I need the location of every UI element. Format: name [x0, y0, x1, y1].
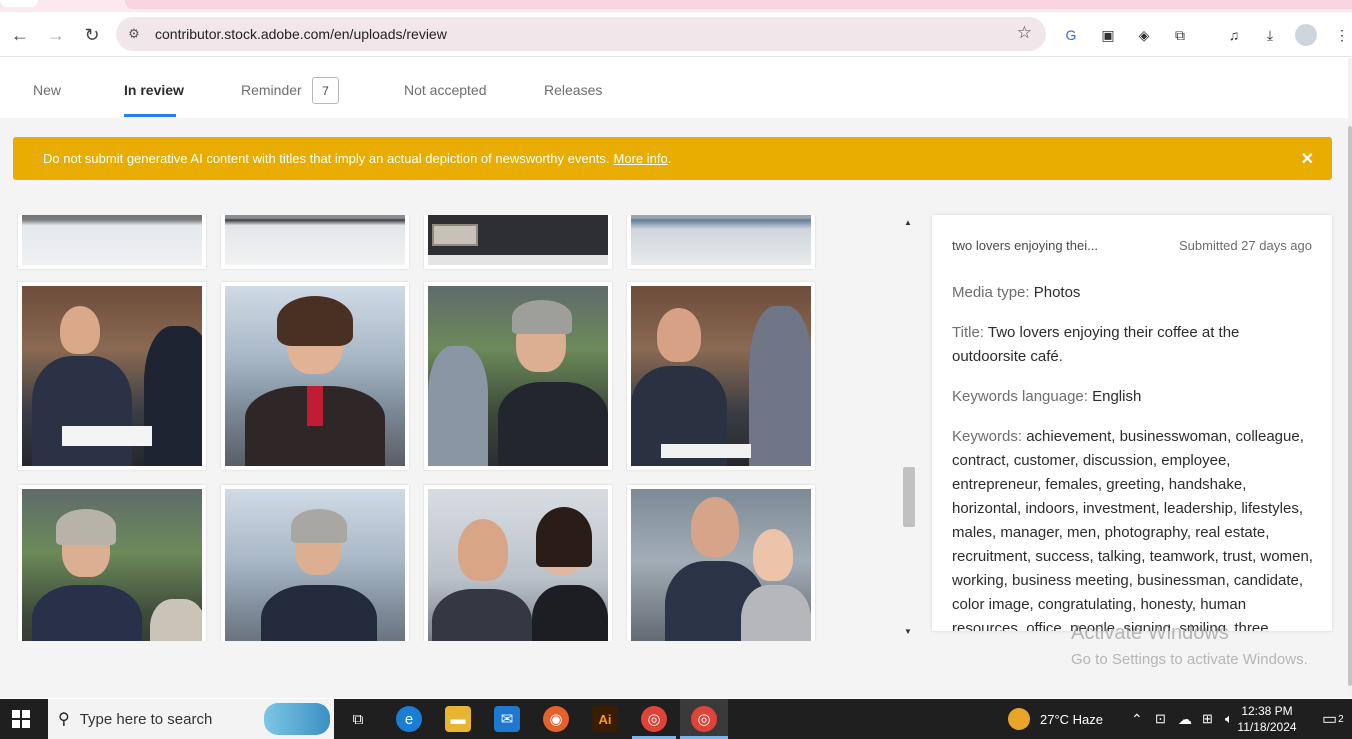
- upload-thumbnail[interactable]: [627, 215, 815, 269]
- bookmark-star-icon[interactable]: ☆: [1017, 23, 1032, 43]
- edge-browser-icon[interactable]: e: [396, 706, 422, 732]
- back-icon[interactable]: ←: [6, 21, 34, 49]
- search-placeholder: Type here to search: [79, 710, 213, 728]
- upload-thumbnail[interactable]: [221, 282, 409, 470]
- banner-text: Do not submit generative AI content with…: [43, 151, 610, 166]
- media-controls-icon[interactable]: ♫: [1223, 24, 1245, 46]
- site-info-icon[interactable]: ⚙: [125, 25, 143, 43]
- upload-thumbnail[interactable]: [424, 485, 612, 641]
- close-icon[interactable]: ✕: [1301, 149, 1314, 169]
- browser-tab-strip: [0, 0, 1352, 12]
- submitted-date: Submitted 27 days ago: [1179, 238, 1312, 253]
- upload-thumbnail[interactable]: [221, 485, 409, 641]
- address-bar[interactable]: ⚙ contributor.stock.adobe.com/en/uploads…: [116, 17, 1046, 51]
- task-view-icon[interactable]: ⧉: [345, 706, 371, 732]
- extensions-puzzle-icon[interactable]: ⧉: [1169, 24, 1191, 46]
- firefox-icon[interactable]: ◉: [543, 706, 569, 732]
- grid-scrollbar[interactable]: ▲ ▼: [901, 215, 916, 641]
- upload-thumbnail[interactable]: [18, 485, 206, 641]
- media-type-value: Photos: [1033, 284, 1081, 301]
- media-type-row: Media type: Photos: [952, 281, 1314, 305]
- upload-thumbnail[interactable]: [627, 282, 815, 470]
- title-label: Title:: [952, 324, 984, 341]
- illustrator-icon[interactable]: Ai: [592, 706, 618, 732]
- keywords-language-label: Keywords language:: [952, 388, 1088, 405]
- more-info-link[interactable]: More info: [614, 151, 668, 166]
- tab-reminder[interactable]: Reminder: [241, 82, 302, 98]
- tab-releases[interactable]: Releases: [544, 82, 602, 98]
- translate-extension-icon[interactable]: G: [1060, 24, 1082, 46]
- tab-in-review[interactable]: In review: [124, 82, 184, 98]
- banner-period: .: [667, 151, 672, 166]
- windows-taskbar: ⚲ Type here to search ⧉ e ▬ ✉ ◉ Ai ◎ ◎ 2…: [0, 699, 1352, 739]
- windows-start-icon[interactable]: [12, 710, 30, 728]
- reload-icon[interactable]: ↻: [78, 21, 106, 49]
- browser-toolbar: ← → ↻ ⚙ contributor.stock.adobe.com/en/u…: [0, 12, 1352, 57]
- network-icon[interactable]: ⊞: [1202, 699, 1213, 739]
- profile-avatar[interactable]: [1295, 24, 1317, 46]
- volume-icon[interactable]: 🔈︎: [1225, 699, 1233, 739]
- ai-content-warning-banner: Do not submit generative AI content with…: [13, 137, 1332, 180]
- weather-text: 27°C Haze: [1040, 711, 1104, 727]
- scroll-up-icon[interactable]: ▲: [904, 218, 912, 227]
- onedrive-icon[interactable]: ☁: [1178, 699, 1192, 739]
- clock-time: 12:38 PM: [1241, 704, 1293, 718]
- upload-thumbnail[interactable]: [18, 215, 206, 269]
- url-text[interactable]: contributor.stock.adobe.com/en/uploads/r…: [155, 26, 447, 42]
- file-explorer-icon[interactable]: ▬: [445, 706, 471, 732]
- notification-center-icon[interactable]: ▭ 2: [1322, 699, 1344, 739]
- asset-short-title: two lovers enjoying thei...: [952, 238, 1098, 253]
- extension-icon-2[interactable]: ◈: [1133, 24, 1155, 46]
- watermark-subtitle: Go to Settings to activate Windows.: [1071, 651, 1308, 668]
- meet-now-icon[interactable]: ⊡: [1155, 699, 1166, 739]
- media-type-label: Media type:: [952, 284, 1030, 301]
- downloads-icon[interactable]: ⤓: [1259, 24, 1281, 46]
- asset-detail-panel: two lovers enjoying thei... Submitted 27…: [932, 215, 1332, 631]
- active-browser-tab[interactable]: [125, 0, 1352, 9]
- weather-widget[interactable]: 27°C Haze: [1008, 699, 1103, 739]
- chrome-icon-active[interactable]: ◎: [691, 706, 717, 732]
- grid-scrollbar-thumb[interactable]: [903, 467, 915, 527]
- chrome-icon[interactable]: ◎: [641, 706, 667, 732]
- taskbar-search-box[interactable]: ⚲ Type here to search: [48, 699, 334, 739]
- upload-thumbnail[interactable]: [18, 282, 206, 470]
- reminder-count-badge: 7: [312, 77, 339, 104]
- review-tabs: New In review Reminder Not accepted Rele…: [0, 58, 1352, 118]
- browser-tab[interactable]: [0, 0, 38, 7]
- haze-weather-icon: [1008, 708, 1030, 730]
- title-row: Title: Two lovers enjoying their coffee …: [952, 321, 1314, 369]
- upload-thumbnail[interactable]: [627, 485, 815, 641]
- upload-thumbnail[interactable]: [221, 215, 409, 269]
- keywords-language-value: English: [1092, 388, 1142, 405]
- keywords-language-row: Keywords language: English: [952, 385, 1314, 409]
- forward-icon[interactable]: →: [42, 21, 70, 49]
- clock-date: 11/18/2024: [1237, 720, 1297, 734]
- upload-thumbnail[interactable]: [424, 282, 612, 470]
- title-value: Two lovers enjoying their coffee at the …: [952, 324, 1240, 365]
- mail-icon[interactable]: ✉: [494, 706, 520, 732]
- upload-thumbnail[interactable]: [424, 215, 612, 269]
- tab-new[interactable]: New: [33, 82, 61, 98]
- active-tab-indicator: [124, 114, 176, 117]
- search-highlight-image: [264, 703, 330, 735]
- activate-windows-watermark: Activate Windows Go to Settings to activ…: [1071, 622, 1308, 668]
- keywords-value: achievement, businesswoman, colleague, c…: [952, 428, 1313, 631]
- tab-not-accepted[interactable]: Not accepted: [404, 82, 487, 98]
- search-icon: ⚲: [58, 711, 70, 728]
- uploads-grid: [0, 215, 900, 641]
- show-hidden-icons[interactable]: ⌃: [1131, 699, 1143, 739]
- notification-count: 2: [1338, 713, 1344, 725]
- keywords-label: Keywords:: [952, 428, 1023, 445]
- watermark-title: Activate Windows: [1071, 622, 1229, 644]
- page-scrollbar[interactable]: [1348, 58, 1352, 698]
- system-clock[interactable]: 12:38 PM 11/18/2024: [1237, 703, 1297, 735]
- extension-icon[interactable]: ▣: [1097, 24, 1119, 46]
- scroll-down-icon[interactable]: ▼: [904, 627, 912, 636]
- keywords-row: Keywords: achievement, businesswoman, co…: [952, 425, 1314, 631]
- browser-menu-icon[interactable]: ⋮: [1331, 24, 1352, 46]
